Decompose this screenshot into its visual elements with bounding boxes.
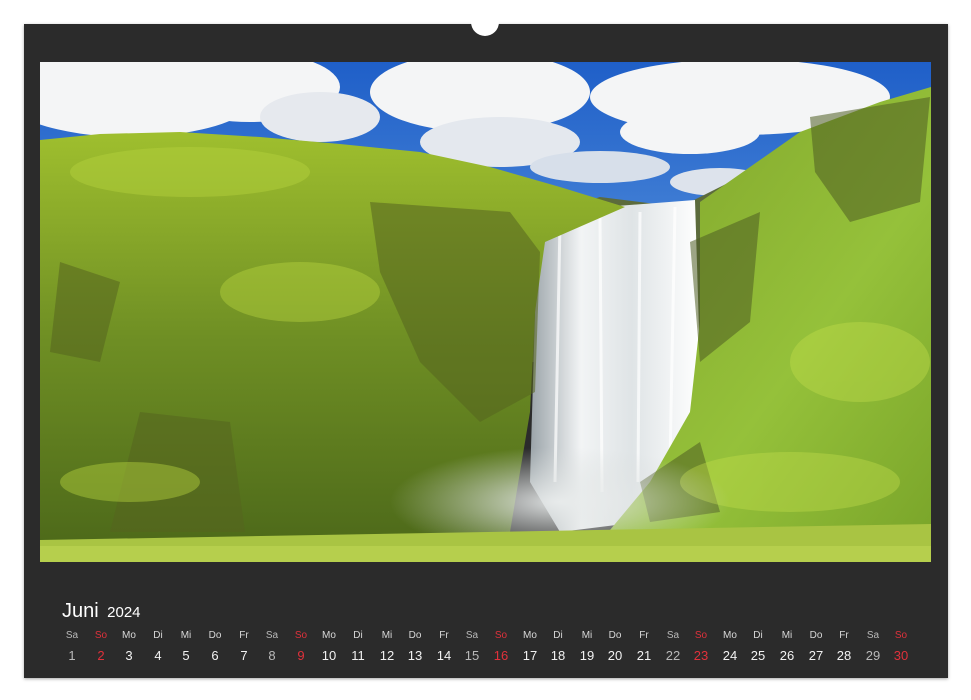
weekday-label: Fr bbox=[439, 630, 449, 641]
weekday-label: Mi bbox=[381, 630, 393, 641]
weekday-label: So bbox=[294, 630, 308, 641]
day-number: 10 bbox=[321, 648, 337, 663]
day-number: 30 bbox=[893, 648, 909, 663]
weekday-label: Sa bbox=[666, 630, 680, 641]
day-number: 12 bbox=[379, 648, 395, 663]
day-strip: Sa 1 So 2 Mo 3 Di 4 Mi 5 Do 6 Fr 7 Sa 8 So 9 Mo 10 Di 11 Mi 12 D… bbox=[58, 630, 914, 664]
weekday-label: Fr bbox=[839, 630, 849, 641]
weekday-label: Mi bbox=[581, 630, 593, 641]
weekday-label: Di bbox=[153, 630, 163, 641]
weekday-label: Mi bbox=[180, 630, 192, 641]
day-number: 11 bbox=[351, 648, 365, 663]
day-number: 9 bbox=[297, 648, 305, 663]
weekday-label: So bbox=[494, 630, 508, 641]
day-number: 8 bbox=[268, 648, 276, 663]
day-number: 19 bbox=[579, 648, 595, 663]
month-year: 2024 bbox=[107, 604, 141, 621]
day-number: 15 bbox=[464, 648, 480, 663]
day-number: 27 bbox=[808, 648, 824, 663]
month-heading: Juni 2024 bbox=[62, 600, 141, 623]
day-number: 4 bbox=[154, 648, 162, 663]
day-number: 5 bbox=[182, 648, 190, 663]
weekday-label: Fr bbox=[639, 630, 649, 641]
day-number: 14 bbox=[436, 648, 452, 663]
weekday-label: Di bbox=[753, 630, 763, 641]
day-number: 13 bbox=[407, 648, 423, 663]
weekday-label: Sa bbox=[866, 630, 880, 641]
day-number: 29 bbox=[865, 648, 881, 663]
day-number: 28 bbox=[836, 648, 852, 663]
weekday-label: Mi bbox=[781, 630, 793, 641]
weekday-label: Do bbox=[408, 630, 422, 641]
day-number: 2 bbox=[97, 648, 105, 663]
day-number: 24 bbox=[722, 648, 738, 663]
weekday-label: So bbox=[894, 630, 908, 641]
weekday-label: Fr bbox=[239, 630, 249, 641]
day-number: 1 bbox=[68, 648, 76, 663]
day-number: 21 bbox=[636, 648, 652, 663]
day-number: 20 bbox=[607, 648, 623, 663]
day-number: 22 bbox=[665, 648, 681, 663]
day-number: 17 bbox=[522, 648, 538, 663]
weekday-label: Mo bbox=[322, 630, 336, 641]
weekday-label: Do bbox=[608, 630, 622, 641]
day-number: 18 bbox=[550, 648, 566, 663]
day-number: 26 bbox=[779, 648, 795, 663]
day-number: 3 bbox=[125, 648, 133, 663]
day-number: 6 bbox=[211, 648, 219, 663]
weekday-label: Sa bbox=[65, 630, 79, 641]
weekday-label: Do bbox=[208, 630, 222, 641]
weekday-label: Do bbox=[809, 630, 823, 641]
day-number: 16 bbox=[493, 648, 509, 663]
weekday-label: Mo bbox=[122, 630, 136, 641]
weekday-label: Mo bbox=[723, 630, 737, 641]
day-number: 23 bbox=[693, 648, 709, 663]
day-number: 7 bbox=[240, 648, 248, 663]
weekday-label: Di bbox=[553, 630, 563, 641]
month-name: Juni bbox=[62, 600, 99, 622]
waterfall-photo bbox=[40, 62, 931, 562]
weekday-label: Mo bbox=[523, 630, 537, 641]
weekday-label: So bbox=[94, 630, 108, 641]
weekday-label: Di bbox=[353, 630, 363, 641]
weekday-label: So bbox=[694, 630, 708, 641]
weekday-label: Sa bbox=[265, 630, 279, 641]
day-number: 25 bbox=[750, 648, 766, 663]
weekday-label: Sa bbox=[465, 630, 479, 641]
